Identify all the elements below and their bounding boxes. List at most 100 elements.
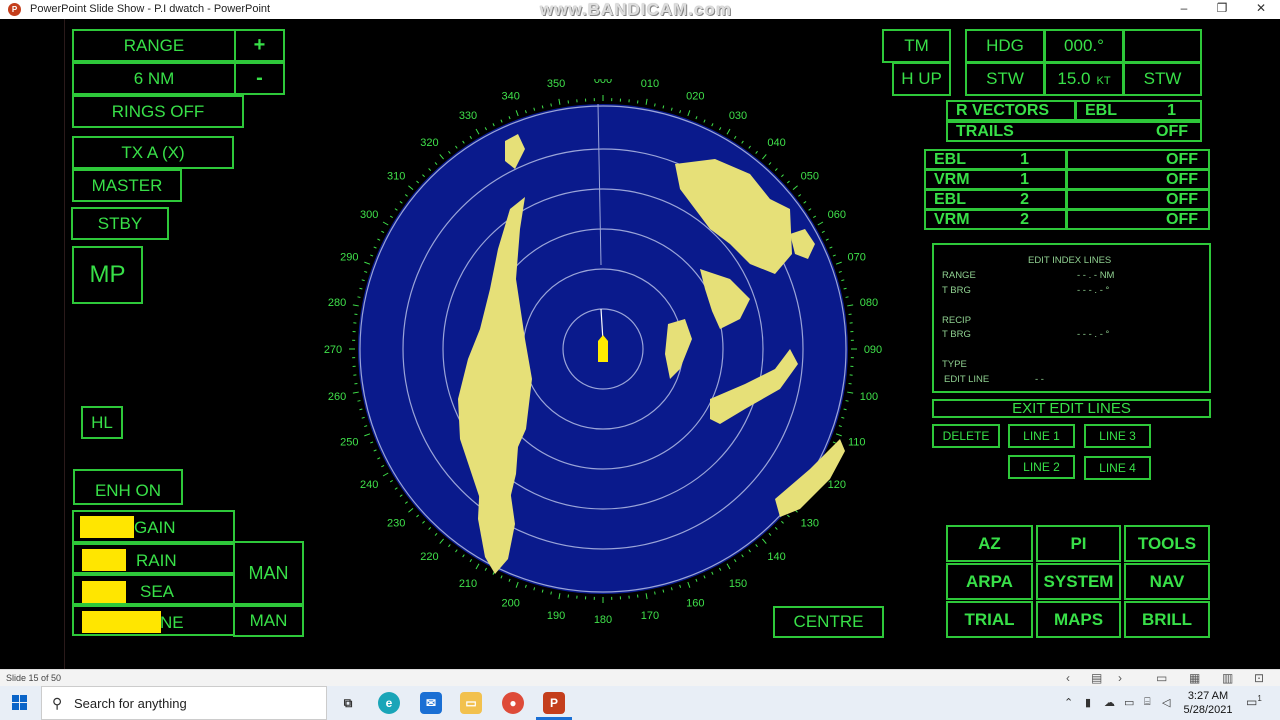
bearing-label: 210 [459, 578, 477, 590]
ebl-vrm-row[interactable]: EBL 1 [924, 149, 1067, 170]
bearing-tick [382, 221, 389, 226]
bearing-tick [416, 514, 420, 518]
bearing-tick [654, 591, 656, 595]
line-4-button[interactable]: LINE 4 [1084, 456, 1151, 480]
slideshow-view-icon[interactable]: ⊡ [1254, 671, 1264, 685]
bearing-label: 090 [864, 344, 882, 356]
stw-mode-button[interactable]: STW [1123, 62, 1202, 96]
bearing-tick [558, 593, 561, 600]
ebl-vrm-row[interactable]: VRM 1 [924, 169, 1067, 190]
bearing-tick [359, 408, 363, 411]
bearing-tick [845, 296, 849, 298]
chrome-icon[interactable]: ● [502, 692, 524, 714]
reading-view-icon[interactable]: ▥ [1222, 671, 1233, 685]
bearing-label: 010 [641, 79, 659, 90]
bearing-tick [845, 400, 849, 402]
tune-control[interactable]: NE [72, 605, 235, 636]
line-3-button[interactable]: LINE 3 [1084, 424, 1151, 448]
range-decrease-button[interactable]: - [234, 62, 285, 95]
slide-sorter-icon[interactable]: ▦ [1189, 671, 1200, 685]
trails-button[interactable]: TRAILS OFF [946, 121, 1202, 142]
tools-button[interactable]: TOOLS [1124, 525, 1210, 562]
powerpoint-taskbar-icon[interactable]: P [543, 692, 565, 714]
system-button[interactable]: SYSTEM [1036, 563, 1121, 600]
ebl-vrm-state[interactable]: OFF [1066, 149, 1210, 170]
standby-button[interactable]: STBY [71, 207, 169, 240]
hl-button[interactable]: HL [81, 406, 123, 439]
windows-start-icon[interactable] [12, 695, 28, 711]
bearing-tick [389, 479, 393, 483]
close-button[interactable]: ✕ [1249, 1, 1273, 15]
trails-label: TRAILS [956, 122, 1014, 140]
bearing-tick [352, 391, 359, 394]
r-vectors-button[interactable]: R VECTORS [946, 100, 1076, 121]
bearing-tick [533, 107, 536, 111]
maps-button[interactable]: MAPS [1036, 601, 1121, 638]
vector-ebl-box[interactable]: EBL 1 [1075, 100, 1202, 121]
gain-control[interactable]: GAIN [72, 510, 235, 543]
ebl-vrm-row[interactable]: EBL 2 [924, 189, 1067, 210]
az-button[interactable]: AZ [946, 525, 1033, 562]
nav-button[interactable]: NAV [1124, 563, 1210, 600]
bearing-tick [382, 472, 389, 477]
pi-button[interactable]: PI [1036, 525, 1121, 562]
range-increase-button[interactable]: + [234, 29, 285, 62]
minimize-button[interactable]: – [1172, 1, 1196, 15]
volume-icon[interactable]: ◁ [1162, 696, 1170, 709]
bearing-tick [484, 567, 488, 571]
clock[interactable]: 3:27 AM 5/28/2021 [1180, 689, 1236, 717]
bearing-tick [813, 215, 817, 219]
tray-expand-icon[interactable]: ⌃ [1064, 696, 1073, 709]
stw-unit: KT [1096, 75, 1111, 87]
notification-icon[interactable]: ▭1 [1246, 694, 1262, 709]
tm-button[interactable]: TM [882, 29, 951, 63]
file-explorer-icon[interactable]: ▭ [460, 692, 482, 714]
cloud-icon[interactable]: ☁ [1104, 696, 1115, 709]
edge-icon[interactable]: e [378, 692, 400, 714]
restore-button[interactable]: ❐ [1210, 1, 1234, 15]
bearing-tick [439, 538, 444, 544]
bearing-tick [687, 110, 691, 117]
ebl-vrm-state[interactable]: OFF [1066, 169, 1210, 190]
ebl-vrm-row[interactable]: VRM 2 [924, 209, 1067, 230]
bearing-label: 230 [387, 518, 405, 530]
ebl-vrm-state[interactable]: OFF [1066, 209, 1210, 230]
enh-button[interactable]: ENH ON [73, 469, 183, 505]
line-2-button[interactable]: LINE 2 [1008, 455, 1075, 479]
normal-view-icon[interactable]: ▭ [1156, 671, 1167, 685]
delete-button[interactable]: DELETE [932, 424, 1000, 448]
taskbar-search[interactable]: ⚲ Search for anything [41, 686, 327, 720]
arpa-button[interactable]: ARPA [946, 563, 1033, 600]
brill-button[interactable]: BRILL [1124, 601, 1210, 638]
bearing-label: 250 [340, 436, 358, 448]
bearing-tick [352, 304, 359, 307]
master-button[interactable]: MASTER [72, 169, 182, 202]
mail-icon[interactable]: ✉ [420, 692, 442, 714]
tx-button[interactable]: TX A (X) [72, 136, 234, 169]
radar-display[interactable]: 000 010 020 030 040 050 060 070 080 090 100 110 120 1… [320, 79, 890, 649]
centre-button[interactable]: CENTRE [773, 606, 884, 638]
sea-control[interactable]: SEA [72, 574, 235, 605]
next-slide-icon[interactable]: › [1118, 671, 1122, 685]
exit-edit-lines-button[interactable]: EXIT EDIT LINES [932, 399, 1211, 418]
microphone-icon[interactable]: ▮ [1085, 696, 1091, 709]
man-button-2[interactable]: MAN [233, 605, 304, 637]
bearing-tick [370, 441, 374, 444]
battery-icon[interactable]: ▭ [1124, 696, 1134, 709]
edit-index-heading: EDIT INDEX LINES [1028, 255, 1112, 266]
previous-slide-icon[interactable]: ‹ [1066, 671, 1070, 685]
task-view-icon[interactable]: ⧉ [337, 692, 359, 714]
rain-control[interactable]: RAIN [72, 543, 235, 574]
bearing-tick [645, 98, 648, 105]
trial-button[interactable]: TRIAL [946, 601, 1033, 638]
line-1-button[interactable]: LINE 1 [1008, 424, 1075, 448]
ebl-vrm-state[interactable]: OFF [1066, 189, 1210, 210]
network-icon[interactable]: ⌸ [1144, 696, 1151, 709]
bearing-tick [404, 194, 408, 197]
man-button-1[interactable]: MAN [233, 541, 304, 605]
slide-menu-icon[interactable]: ▤ [1091, 671, 1102, 685]
search-icon: ⚲ [52, 695, 63, 711]
head-up-button[interactable]: H UP [892, 62, 951, 96]
mp-button[interactable]: MP [72, 246, 143, 304]
rings-button[interactable]: RINGS OFF [72, 95, 244, 128]
